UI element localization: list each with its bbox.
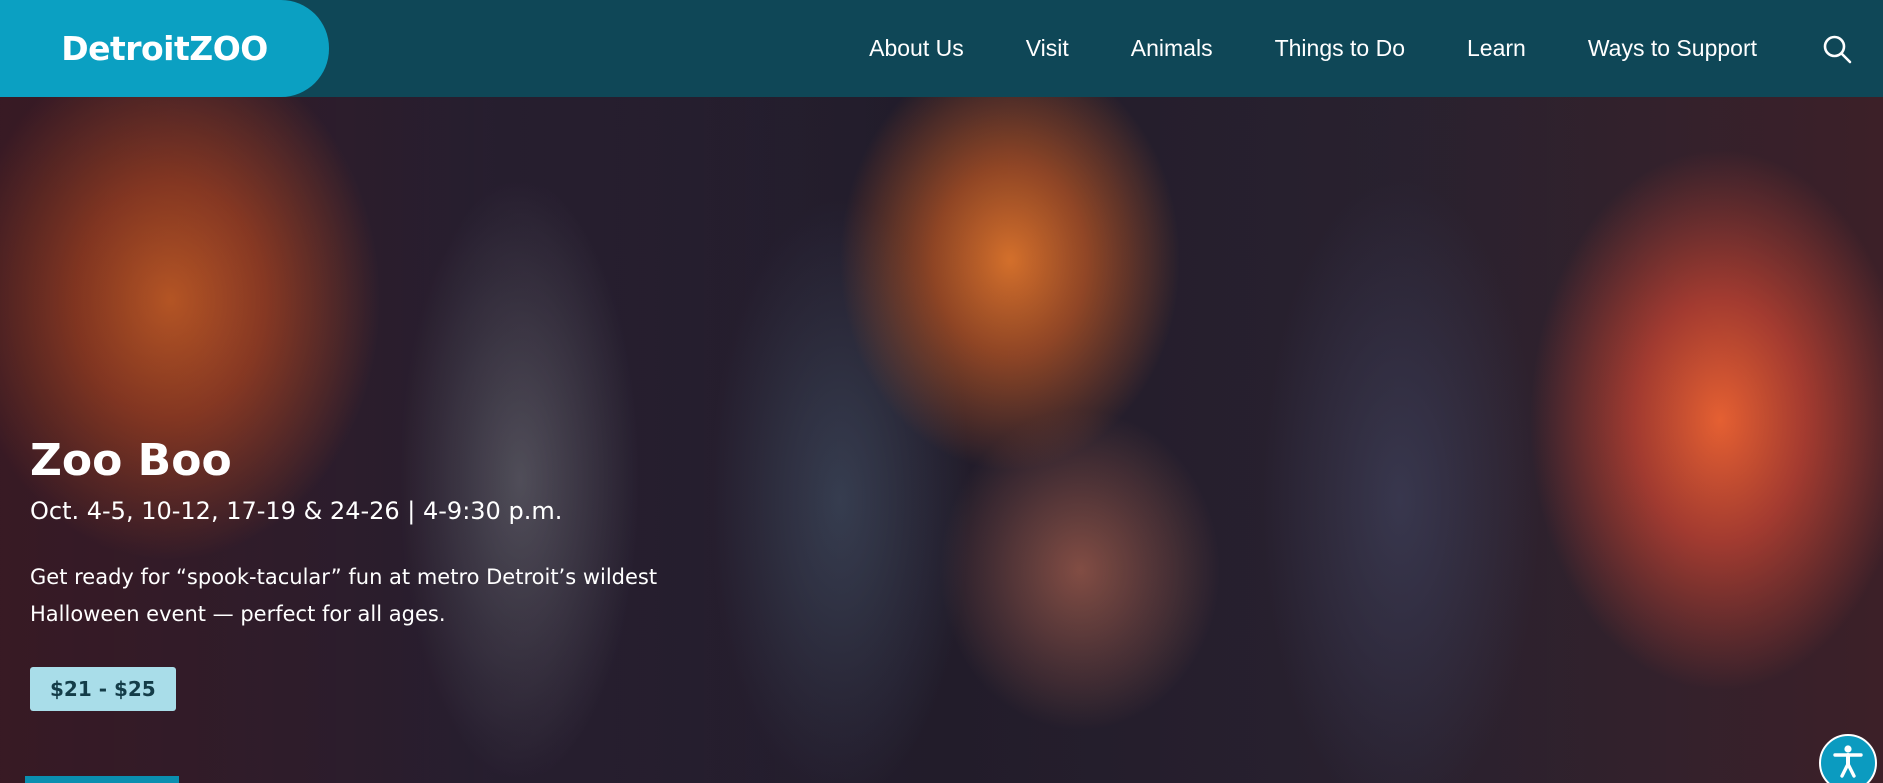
logo-link[interactable]: DetroitZOO (0, 0, 329, 97)
accessibility-button[interactable] (1819, 734, 1877, 783)
search-icon (1823, 35, 1852, 63)
main-nav: About Us Visit Animals Things to Do Lear… (807, 0, 1883, 97)
cta-button[interactable] (25, 776, 179, 783)
site-header: DetroitZOO About Us Visit Animals Things… (0, 0, 1883, 97)
nav-item-ways-to-support[interactable]: Ways to Support (1588, 35, 1757, 62)
event-dates: Oct. 4-5, 10-12, 17-19 & 24-26 | 4-9:30 … (30, 497, 563, 525)
nav-item-animals[interactable]: Animals (1131, 35, 1213, 62)
logo: DetroitZOO (61, 29, 268, 68)
hero-content: Zoo Boo Oct. 4-5, 10-12, 17-19 & 24-26 |… (30, 435, 750, 711)
page: DetroitZOO About Us Visit Animals Things… (0, 0, 1883, 783)
nav-item-learn[interactable]: Learn (1467, 35, 1526, 62)
nav-item-things-to-do[interactable]: Things to Do (1275, 35, 1405, 62)
price-badge: $21 - $25 (30, 667, 176, 711)
search-button[interactable] (1819, 31, 1855, 67)
event-description: Get ready for “spook-tacular” fun at met… (30, 565, 658, 626)
nav-item-about-us[interactable]: About Us (869, 35, 964, 62)
accessibility-icon (1833, 745, 1863, 778)
event-title: Zoo Boo (30, 435, 232, 486)
nav-item-visit[interactable]: Visit (1026, 35, 1069, 62)
